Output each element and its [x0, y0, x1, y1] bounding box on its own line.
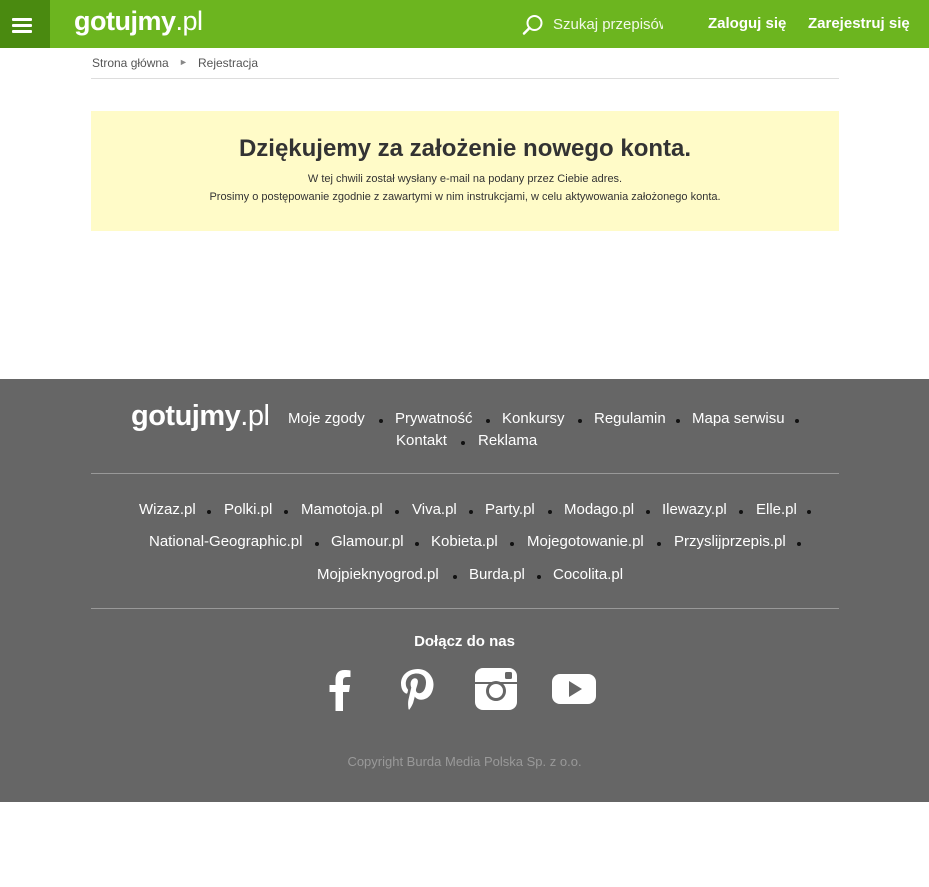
separator-dot: [548, 510, 552, 514]
separator-dot: [395, 510, 399, 514]
logo-text-light: .pl: [175, 6, 204, 36]
registration-success-notice: Dziękujemy za założenie nowego konta. W …: [91, 111, 839, 231]
partner-link-burda[interactable]: Burda.pl: [469, 566, 525, 583]
separator-dot: [486, 419, 490, 423]
menu-icon-bar: [12, 24, 32, 27]
partner-link-modago[interactable]: Modago.pl: [564, 501, 634, 518]
separator-dot: [807, 510, 811, 514]
notice-text-line-2: Prosimy o postępowanie zgodnie z zawarty…: [209, 191, 721, 203]
separator-dot: [284, 510, 288, 514]
menu-icon-bar: [12, 18, 32, 21]
footer-link-moje-zgody[interactable]: Moje zgody: [288, 410, 365, 427]
partner-link-polki[interactable]: Polki.pl: [224, 501, 272, 518]
footer: gotujmy.pl Moje zgody Prywatność Konkurs…: [0, 379, 929, 802]
search-input[interactable]: [553, 13, 663, 35]
partner-link-mojegotowanie[interactable]: Mojegotowanie.pl: [527, 533, 644, 550]
separator-dot: [469, 510, 473, 514]
breadcrumb-separator-icon: ►: [179, 57, 188, 67]
partner-link-mamotoja[interactable]: Mamotoja.pl: [301, 501, 383, 518]
site-logo[interactable]: gotujmy.pl: [74, 6, 203, 37]
partner-link-wizaz[interactable]: Wizaz.pl: [139, 501, 196, 518]
separator-dot: [795, 419, 799, 423]
facebook-icon[interactable]: [317, 666, 363, 712]
breadcrumb: Strona główna ► Rejestracja: [91, 48, 839, 79]
footer-logo[interactable]: gotujmy.pl: [131, 400, 270, 433]
partner-link-kobieta[interactable]: Kobieta.pl: [431, 533, 498, 550]
youtube-icon[interactable]: [551, 666, 597, 712]
separator-dot: [207, 510, 211, 514]
footer-link-reklama[interactable]: Reklama: [478, 432, 537, 449]
join-us-heading: Dołącz do nas: [414, 633, 515, 650]
separator-dot: [578, 419, 582, 423]
separator-dot: [676, 419, 680, 423]
partner-link-national-geographic[interactable]: National-Geographic.pl: [149, 533, 302, 550]
copyright-text: Copyright Burda Media Polska Sp. z o.o.: [347, 754, 582, 769]
separator-dot: [315, 542, 319, 546]
separator-dot: [657, 542, 661, 546]
separator-dot: [797, 542, 801, 546]
footer-link-regulamin[interactable]: Regulamin: [594, 410, 666, 427]
partner-link-party[interactable]: Party.pl: [485, 501, 535, 518]
separator-dot: [646, 510, 650, 514]
partner-link-viva[interactable]: Viva.pl: [412, 501, 457, 518]
partner-link-glamour[interactable]: Glamour.pl: [331, 533, 404, 550]
footer-link-mapa-serwisu[interactable]: Mapa serwisu: [692, 410, 785, 427]
partner-link-cocolita[interactable]: Cocolita.pl: [553, 566, 623, 583]
pinterest-icon[interactable]: [395, 666, 441, 712]
separator-dot: [510, 542, 514, 546]
footer-link-konkursy[interactable]: Konkursy: [502, 410, 565, 427]
partner-link-elle[interactable]: Elle.pl: [756, 501, 797, 518]
separator-dot: [453, 575, 457, 579]
partner-link-mojpieknyogrod[interactable]: Mojpieknyogrod.pl: [317, 566, 439, 583]
notice-title: Dziękujemy za założenie nowego konta.: [238, 135, 692, 162]
footer-divider: [91, 473, 839, 474]
register-link[interactable]: Zarejestruj się: [808, 15, 910, 32]
footer-logo-text-bold: gotujmy: [131, 400, 241, 432]
top-header: gotujmy.pl Zaloguj się Zarejestruj się: [0, 0, 929, 48]
menu-icon-bar: [12, 30, 32, 33]
footer-link-prywatnosc[interactable]: Prywatność: [395, 410, 473, 427]
notice-text-line-1: W tej chwili został wysłany e-mail na po…: [307, 173, 623, 185]
footer-link-kontakt[interactable]: Kontakt: [396, 432, 447, 449]
logo-text-bold: gotujmy: [74, 6, 176, 36]
search-icon[interactable]: [522, 14, 544, 36]
breadcrumb-home-link[interactable]: Strona główna: [92, 56, 169, 70]
separator-dot: [739, 510, 743, 514]
partner-link-przyslijprzepis[interactable]: Przyslijprzepis.pl: [674, 533, 786, 550]
footer-logo-text-light: .pl: [240, 400, 270, 432]
footer-divider: [91, 608, 839, 609]
login-link[interactable]: Zaloguj się: [708, 15, 786, 32]
separator-dot: [415, 542, 419, 546]
separator-dot: [379, 419, 383, 423]
hamburger-menu-button[interactable]: [0, 0, 50, 48]
partner-link-ilewazy[interactable]: Ilewazy.pl: [662, 501, 727, 518]
breadcrumb-current: Rejestracja: [198, 56, 259, 70]
separator-dot: [537, 575, 541, 579]
instagram-icon[interactable]: [473, 666, 519, 712]
separator-dot: [461, 441, 465, 445]
